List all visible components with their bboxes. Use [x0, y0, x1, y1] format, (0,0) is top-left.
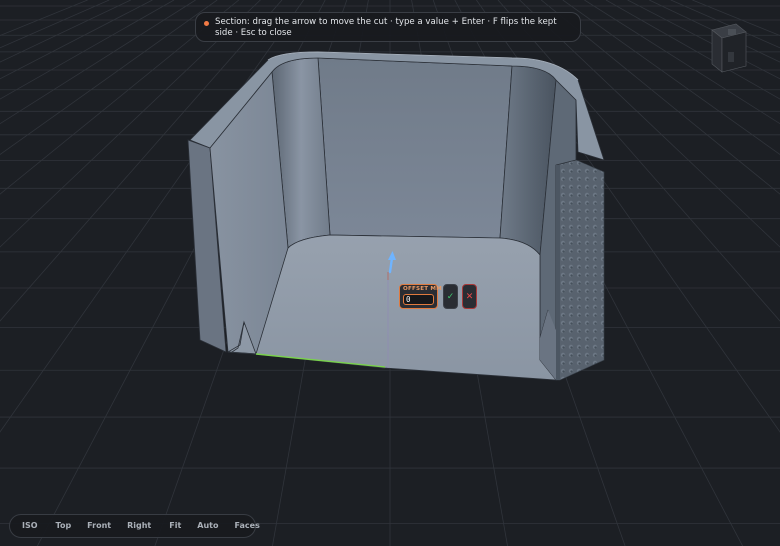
- hint-banner: Section: drag the arrow to move the cut …: [195, 12, 581, 42]
- view-cube[interactable]: [708, 20, 750, 75]
- model-cutaway[interactable]: [187, 51, 605, 382]
- view-top-button[interactable]: Top: [48, 515, 80, 537]
- view-iso-button[interactable]: ISO: [14, 515, 46, 537]
- close-icon: ✕: [465, 291, 474, 302]
- auto-button[interactable]: Auto: [189, 515, 226, 537]
- view-right-button[interactable]: Right: [119, 515, 159, 537]
- view-toolbar: ISO Top Front Right Fit Auto Faces: [9, 514, 260, 538]
- offset-panel: OFFSET MM: [399, 284, 442, 309]
- 3d-viewport[interactable]: [0, 0, 780, 546]
- confirm-button[interactable]: ✓: [443, 284, 458, 309]
- view-front-button[interactable]: Front: [79, 515, 119, 537]
- status-dot-icon: [204, 21, 209, 26]
- fit-button[interactable]: Fit: [161, 515, 189, 537]
- faces-button[interactable]: Faces: [227, 515, 268, 537]
- hint-text: Section: drag the arrow to move the cut …: [215, 17, 557, 38]
- check-icon: ✓: [446, 291, 455, 302]
- cancel-button[interactable]: ✕: [462, 284, 477, 309]
- offset-input[interactable]: [403, 294, 434, 305]
- offset-label: OFFSET MM: [403, 286, 442, 292]
